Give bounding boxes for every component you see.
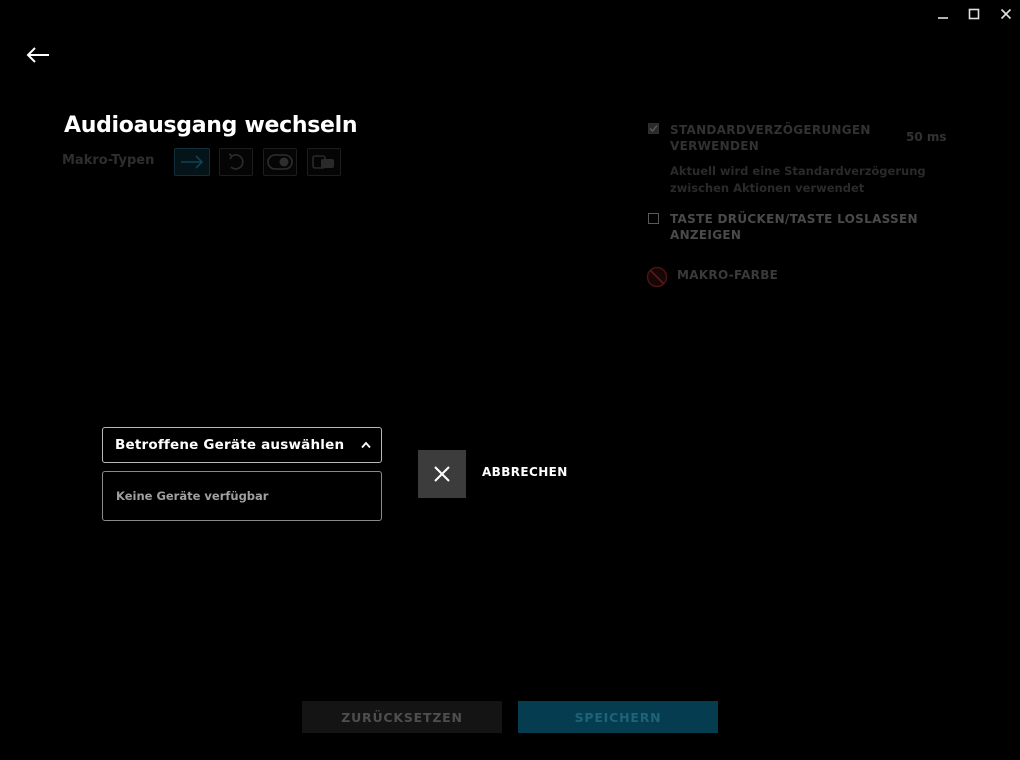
press-release-checkbox[interactable] (648, 213, 659, 224)
checkmark-icon (649, 125, 658, 133)
repeat-icon (228, 153, 244, 170)
save-button[interactable]: SPEICHERN (518, 701, 718, 733)
macro-type-sequence-button[interactable] (174, 148, 210, 176)
maximize-icon (968, 8, 980, 20)
macro-color-button[interactable] (646, 266, 668, 288)
back-button[interactable] (22, 42, 54, 68)
device-select-label: Betroffene Geräte auswählen (115, 437, 345, 453)
minimize-icon (938, 17, 948, 19)
maximize-button[interactable] (963, 4, 985, 24)
device-select-dropdown[interactable]: Betroffene Geräte auswählen (102, 427, 382, 463)
default-delay-description: Aktuell wird eine Standardverzögerung zw… (670, 164, 926, 195)
arrow-right-icon (181, 155, 204, 169)
macro-type-hold-button[interactable] (307, 148, 341, 176)
press-release-label: TASTE DRÜCKEN/TASTE LOSLASSEN ANZEIGEN (670, 212, 918, 242)
close-window-button[interactable] (995, 4, 1017, 24)
device-empty-text: Keine Geräte verfügbar (116, 489, 269, 503)
close-icon (434, 466, 450, 482)
macro-types-label: Makro-Typen (62, 153, 155, 168)
toggle-icon (267, 154, 293, 170)
cancel-button[interactable] (418, 450, 466, 498)
chevron-up-icon (361, 441, 371, 449)
arrow-left-icon (26, 47, 49, 63)
macro-color-label: MAKRO-FARBE (677, 268, 779, 282)
macro-type-toggle-button[interactable] (263, 148, 297, 176)
macro-type-repeat-button[interactable] (219, 148, 253, 176)
close-icon (1000, 8, 1012, 20)
no-color-icon (646, 266, 668, 288)
cancel-label[interactable]: ABBRECHEN (482, 465, 568, 479)
default-delays-checkbox[interactable] (648, 123, 659, 134)
minimize-button[interactable] (932, 4, 954, 24)
device-list: Keine Geräte verfügbar (102, 471, 382, 521)
default-delays-label: STANDARDVERZÖGERUNGEN VERWENDEN (670, 123, 871, 153)
default-delay-value: 50 ms (906, 130, 947, 144)
page-title: Audioausgang wechseln (64, 113, 358, 138)
reset-button[interactable]: ZURÜCKSETZEN (302, 701, 502, 733)
hold-key-icon (312, 155, 334, 169)
